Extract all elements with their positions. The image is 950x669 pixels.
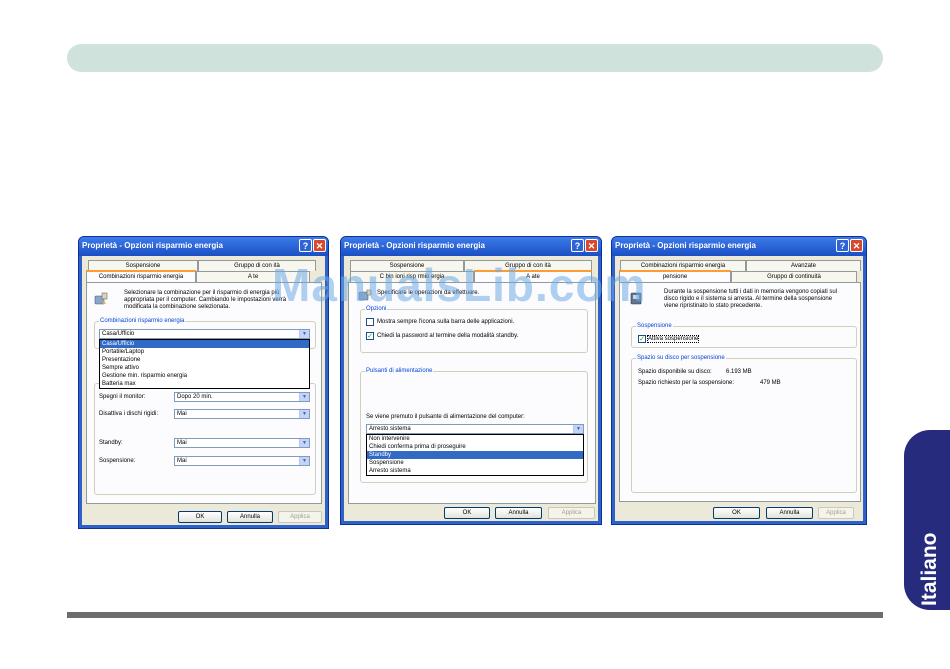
required-space-value: 479 MB: [760, 380, 781, 386]
ok-button[interactable]: OK: [713, 507, 760, 519]
scheme-select[interactable]: Casa/Ufficio ▼: [99, 329, 310, 339]
window-title: Proprietà - Opzioni risparmio energia: [82, 241, 223, 250]
dropdown-option[interactable]: Portatile/Laptop: [100, 348, 309, 356]
dropdown-option[interactable]: Chiedi conferma prima di proseguire: [367, 443, 583, 451]
tab-panel: Durante la sospensione tutti i dati in m…: [619, 282, 861, 502]
dropdown-option[interactable]: Presentazione: [100, 356, 309, 364]
dropdown-option[interactable]: Standby: [367, 451, 583, 459]
required-space-label: Spazio richiesto per la sospensione:: [638, 380, 735, 386]
hibernate-select-value: Mai: [177, 458, 187, 464]
power-button-prompt: Se viene premuto il pulsante di alimenta…: [366, 414, 525, 420]
apply-button[interactable]: Applica: [548, 507, 595, 519]
title-bar: Proprietà - Opzioni risparmio energia ? …: [341, 237, 601, 256]
cancel-button[interactable]: Annulla: [495, 507, 542, 519]
enable-hibernate-checkbox[interactable]: ✓: [638, 335, 646, 343]
standby-select[interactable]: Mai ▼: [174, 438, 310, 448]
chevron-down-icon[interactable]: ▼: [573, 425, 583, 433]
dropdown-option[interactable]: Sospensione: [367, 459, 583, 467]
watermark: ManualsLib.com: [272, 259, 647, 311]
ask-password-label: Chiedi la password al termine della moda…: [377, 333, 519, 339]
close-button[interactable]: ✕: [313, 239, 326, 252]
close-button[interactable]: ✕: [585, 239, 598, 252]
power-scheme-icon: [94, 292, 108, 305]
dropdown-option[interactable]: Gestione min. risparmio energia: [100, 372, 309, 380]
tab-gruppo-continuita[interactable]: Gruppo di continuità: [731, 271, 857, 282]
help-button[interactable]: ?: [299, 239, 312, 252]
window-title: Proprietà - Opzioni risparmio energia: [615, 241, 756, 250]
dropdown-option[interactable]: Non intervenire: [367, 435, 583, 443]
ok-button[interactable]: OK: [178, 511, 222, 523]
free-space-value: 6.193 MB: [726, 369, 752, 375]
tab-combinazioni[interactable]: Combinazioni risparmio energia: [86, 270, 196, 282]
apply-button[interactable]: Applica: [278, 511, 322, 523]
cancel-button[interactable]: Annulla: [227, 511, 273, 523]
standby-select-value: Mai: [177, 440, 187, 446]
chevron-down-icon[interactable]: ▼: [299, 439, 309, 447]
disks-select-value: Mai: [177, 411, 187, 417]
monitor-select[interactable]: Dopo 20 min. ▼: [174, 392, 310, 402]
help-button[interactable]: ?: [571, 239, 584, 252]
free-space-label: Spazio disponibile su disco:: [638, 369, 712, 375]
monitor-label: Spegni il monitor:: [99, 394, 146, 400]
dropdown-option[interactable]: Sempre attivo: [100, 364, 309, 372]
standby-label: Standby:: [99, 440, 123, 446]
title-bar: Proprietà - Opzioni risparmio energia ? …: [612, 237, 866, 256]
dropdown-option[interactable]: Casa/Ufficio: [100, 340, 309, 348]
ok-button[interactable]: OK: [444, 507, 490, 519]
chevron-down-icon[interactable]: ▼: [299, 330, 309, 338]
title-bar: Proprietà - Opzioni risparmio energia ? …: [79, 237, 328, 256]
disks-select[interactable]: Mai ▼: [174, 409, 310, 419]
chevron-down-icon[interactable]: ▼: [299, 393, 309, 401]
dropdown-option[interactable]: Batteria max: [100, 380, 309, 388]
window-title: Proprietà - Opzioni risparmio energia: [344, 241, 485, 250]
chevron-down-icon[interactable]: ▼: [299, 457, 309, 465]
header-bar: [67, 44, 883, 72]
language-label: Italiano: [918, 532, 941, 606]
hibernate-select[interactable]: Mai ▼: [174, 456, 310, 466]
dropdown-option[interactable]: Arresto sistema: [367, 467, 583, 475]
show-icon-checkbox[interactable]: [366, 318, 374, 326]
intro-line-3: viene ripristinato lo stato precedente.: [664, 303, 763, 309]
cancel-button[interactable]: Annulla: [766, 507, 813, 519]
scheme-select-value: Casa/Ufficio: [102, 331, 135, 337]
language-side-tab: Italiano: [904, 430, 950, 610]
enable-hibernate-label: Attiva sospensione: [647, 335, 700, 343]
show-icon-label: Mostra sempre l'icona sulla barra delle …: [377, 319, 515, 325]
apply-button[interactable]: Applica: [818, 507, 854, 519]
monitor-select-value: Dopo 20 min.: [177, 394, 213, 400]
scheme-dropdown-list: Casa/Ufficio Portatile/Laptop Presentazi…: [99, 339, 310, 389]
dialog-body: Combinazioni risparmio energia Avanzate …: [615, 256, 863, 521]
tab-panel: Specificare le operazioni da effettuare.…: [348, 282, 596, 504]
hibernate-label: Sospensione:: [99, 458, 136, 464]
ask-password-checkbox[interactable]: ✓: [366, 332, 374, 340]
power-options-dialog-hibernate: Proprietà - Opzioni risparmio energia ? …: [611, 236, 867, 525]
chevron-down-icon[interactable]: ▼: [299, 410, 309, 418]
power-button-select-value: Arresto sistema: [369, 426, 411, 432]
footer-rule: [67, 612, 883, 618]
disk-space-group-label: Spazio su disco per sospensione: [636, 354, 726, 362]
power-button-dropdown-list: Non intervenire Chiedi conferma prima di…: [366, 434, 584, 476]
close-button[interactable]: ✕: [850, 239, 863, 252]
intro-line-3: modificata la combinazione selezionata.: [124, 304, 231, 310]
power-button-select[interactable]: Arresto sistema ▼: [366, 424, 584, 434]
options-group: Opzioni: [360, 305, 588, 353]
schemes-group-label: Combinazioni risparmio energia: [99, 317, 186, 325]
tab-panel: Selezionare la combinazione per il rispa…: [86, 282, 322, 504]
hibernate-group-label: Sospensione: [636, 322, 673, 330]
help-button[interactable]: ?: [836, 239, 849, 252]
tab-avanzate[interactable]: Avanzate: [746, 260, 861, 271]
disks-label: Disattiva i dischi rigidi:: [99, 411, 159, 417]
power-buttons-group-label: Pulsanti di alimentazione: [365, 367, 434, 375]
